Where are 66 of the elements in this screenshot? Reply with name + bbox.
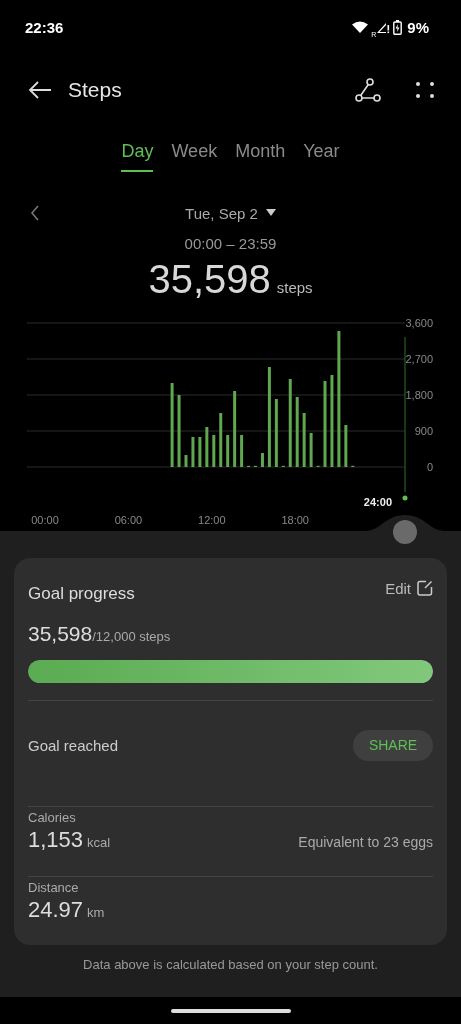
- connected-nodes-icon: [355, 77, 381, 103]
- step-unit: steps: [276, 279, 313, 296]
- y-axis-label: 2,700: [405, 353, 433, 365]
- bar: [219, 413, 223, 467]
- stat-unit: kcal: [87, 835, 111, 850]
- bar: [226, 435, 230, 467]
- bar: [212, 435, 216, 467]
- stat-value: 1,153: [28, 827, 84, 853]
- period-tab[interactable]: Week: [171, 141, 218, 172]
- edit-button[interactable]: Edit: [385, 579, 433, 597]
- more-options-icon: [415, 80, 435, 100]
- bar: [302, 413, 306, 467]
- stat-note: Equivalent to 23 eggs: [298, 834, 433, 850]
- back-button[interactable]: [28, 80, 52, 100]
- wifi-icon: [352, 21, 369, 34]
- battery-icon: [393, 20, 403, 35]
- time-cursor[interactable]: [402, 336, 408, 501]
- bar: [177, 395, 181, 467]
- y-axis-label: 3,600: [405, 317, 433, 329]
- edit-icon: [417, 580, 433, 596]
- bar: [295, 397, 299, 467]
- bar: [344, 425, 348, 467]
- bar: [205, 427, 209, 467]
- bar: [240, 435, 244, 467]
- route-button[interactable]: [355, 77, 381, 103]
- x-axis-label: 12:00: [198, 514, 226, 526]
- caret-icon: [265, 209, 276, 217]
- bar: [184, 455, 188, 467]
- stat-label: Distance: [28, 880, 80, 895]
- period-tab[interactable]: Year: [303, 141, 340, 172]
- bar: [191, 437, 195, 467]
- goal-status: Goal reached: [28, 736, 119, 754]
- card-title: Goal progress: [28, 584, 135, 604]
- share-button[interactable]: SHARE: [353, 729, 433, 761]
- home-indicator[interactable]: [170, 1008, 291, 1013]
- date-picker[interactable]: Tue, Sep 2: [185, 204, 276, 222]
- bar: [198, 437, 202, 467]
- bar: [309, 433, 313, 467]
- clock: 22:36: [25, 19, 64, 36]
- y-axis-label: 0: [426, 461, 433, 473]
- x-axis-label: 18:00: [281, 514, 309, 526]
- period-tab[interactable]: Day: [121, 141, 154, 172]
- slider-handle[interactable]: [393, 520, 417, 544]
- battery-level: 9%: [407, 19, 429, 36]
- x-axis-label: 00:00: [31, 514, 59, 526]
- page-title: Steps: [68, 78, 122, 102]
- period-tab[interactable]: Month: [235, 141, 286, 172]
- footnote: Data above is calculated based on your step count.: [83, 957, 378, 972]
- bar: [274, 399, 278, 467]
- goal-value: 35,598: [28, 622, 93, 646]
- back-arrow-icon: [28, 80, 52, 100]
- stat-value: 24.97: [28, 897, 84, 923]
- stat-unit: km: [87, 905, 105, 920]
- y-axis-label: 1,800: [405, 389, 433, 401]
- bar: [260, 453, 264, 467]
- previous-day-button[interactable]: [30, 205, 40, 221]
- step-total: 35,598: [148, 257, 271, 302]
- signal-icon: [376, 21, 391, 34]
- goal-target: /12,000 steps: [92, 629, 171, 644]
- y-axis-label: 900: [414, 425, 433, 437]
- more-button[interactable]: [415, 80, 435, 100]
- stat-label: Calories: [28, 810, 77, 825]
- cursor-time: 24:00: [363, 496, 392, 508]
- x-axis-label: 06:00: [114, 514, 143, 526]
- time-range: 00:00 – 23:59: [183, 235, 278, 252]
- chevron-left-icon: [30, 205, 40, 221]
